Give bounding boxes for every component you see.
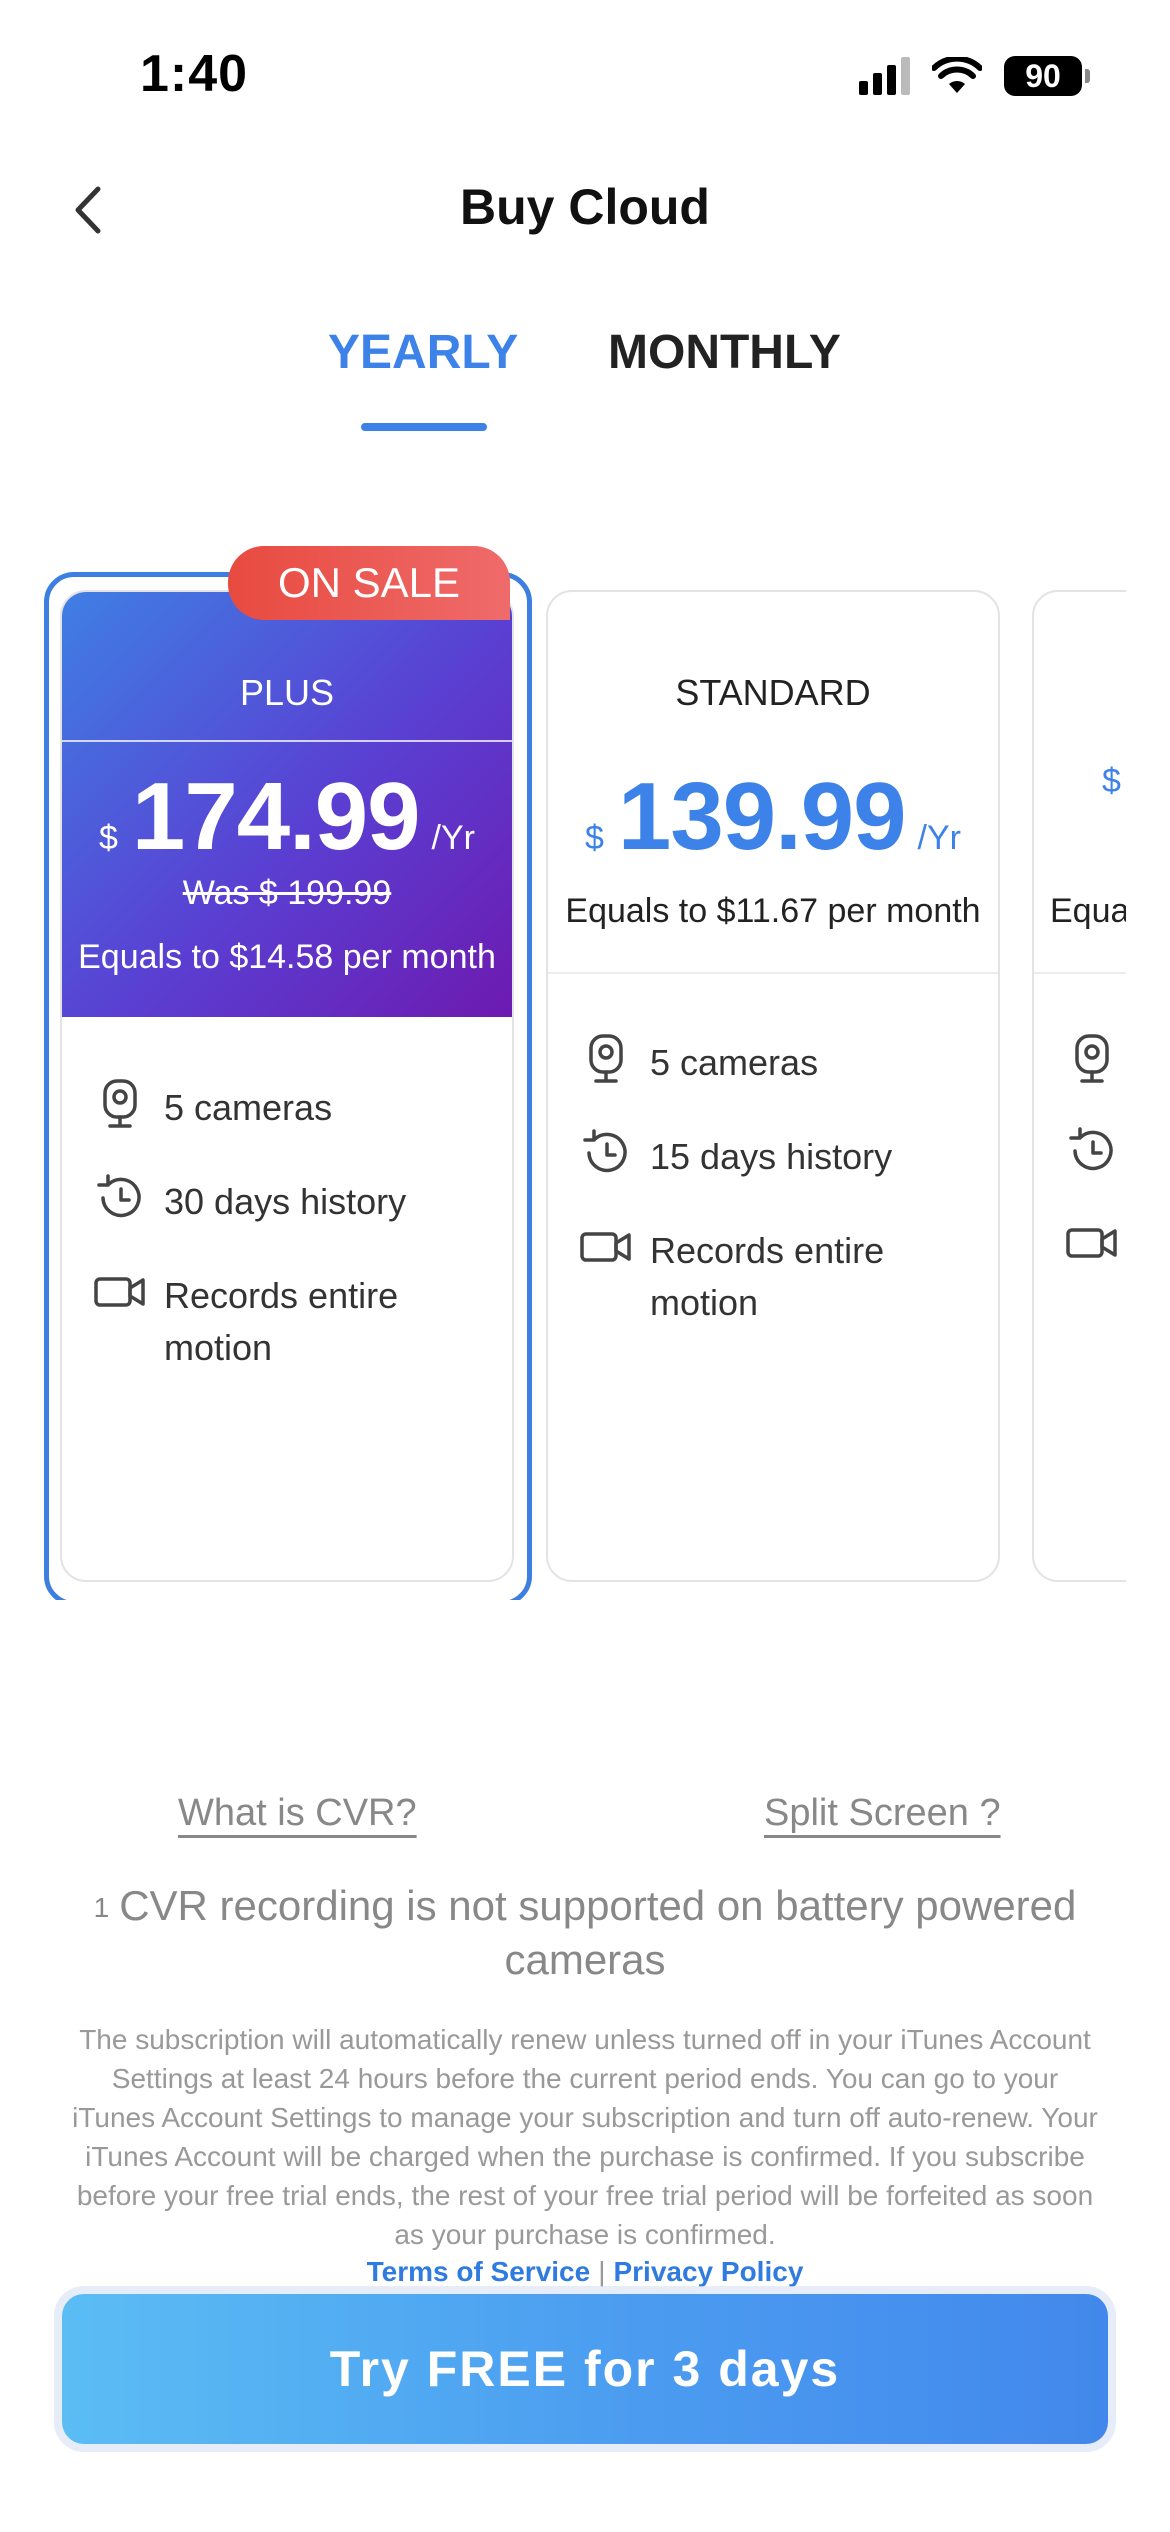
price-amount: 139.99: [617, 763, 907, 870]
feature-item: 5 cameras: [578, 1034, 978, 1089]
feature-text: 30 days history: [164, 1181, 407, 1222]
cvr-note: 1 CVR recording is not supported on batte…: [80, 1880, 1090, 1986]
price-unit: /Yr: [917, 819, 961, 857]
camera-icon: [578, 1031, 634, 1087]
page-title: Buy Cloud: [460, 179, 710, 235]
plan-card-plus[interactable]: PLUS $ 174.99 /Yr Was $ 199.99 Equals to…: [60, 590, 514, 1582]
try-free-button[interactable]: Try FREE for 3 days: [62, 2294, 1108, 2444]
link-separator: |: [598, 2256, 606, 2287]
feature-item: [1064, 1221, 1126, 1271]
what-is-cvr-link[interactable]: What is CVR?: [178, 1792, 417, 1835]
plan-price: $: [1102, 762, 1126, 801]
plan-card-next[interactable]: $ Equa: [1032, 590, 1126, 1582]
feature-item: Records entire motion: [92, 1270, 492, 1374]
feature-list: [1064, 1034, 1126, 1313]
divider: [548, 972, 998, 974]
plan-name: PLUS: [239, 672, 335, 713]
cellular-signal-icon: [859, 57, 910, 95]
price-unit: /Yr: [431, 819, 475, 857]
was-price: Was $ 199.99: [182, 874, 392, 912]
per-month-price: Equals to $11.67 per month: [565, 892, 981, 930]
feature-item: 30 days history: [92, 1174, 492, 1228]
subscription-terms: The subscription will automatically rene…: [72, 2024, 1098, 2250]
per-month-price: Equals to $14.58 per month: [78, 938, 496, 976]
camera-icon: [92, 1076, 148, 1132]
per-month-price: Equa: [1050, 892, 1126, 930]
tab-active-indicator: [361, 423, 487, 431]
feature-item: [1064, 1127, 1126, 1179]
history-icon: [92, 1170, 148, 1226]
battery-icon: 90: [1004, 56, 1090, 96]
feature-text: Records entire motion: [650, 1230, 885, 1323]
tab-monthly[interactable]: MONTHLY: [608, 325, 841, 380]
divider: [62, 740, 512, 742]
split-screen-link[interactable]: Split Screen ?: [764, 1792, 1001, 1835]
feature-text: 5 cameras: [650, 1042, 819, 1083]
on-sale-badge: ON SALE: [228, 546, 510, 620]
camera-icon: [1064, 1031, 1120, 1087]
feature-item: 5 cameras: [92, 1079, 492, 1134]
plan-carousel[interactable]: PLUS $ 174.99 /Yr Was $ 199.99 Equals to…: [0, 550, 1126, 1600]
price-currency: $: [585, 819, 604, 857]
legal-links: Terms of Service | Privacy Policy: [0, 2256, 1170, 2288]
feature-text: 5 cameras: [164, 1087, 333, 1128]
status-icons: 90: [859, 56, 1090, 96]
status-time: 1:40: [140, 45, 249, 103]
feature-list: 5 cameras 15 days history Records entire…: [578, 1034, 978, 1371]
privacy-policy-link[interactable]: Privacy Policy: [613, 2256, 803, 2287]
footnote-marker: 1: [93, 1892, 110, 1923]
status-bar: 1:40 90: [0, 0, 1170, 150]
feature-text: 15 days history: [650, 1136, 893, 1177]
nav-bar: Buy Cloud: [0, 160, 1170, 260]
feature-text: Records entire motion: [164, 1275, 399, 1368]
cvr-note-text: CVR recording is not supported on batter…: [119, 1882, 1077, 1983]
plan-name: STANDARD: [675, 672, 871, 713]
plan-price: $ 174.99 /Yr: [62, 762, 512, 872]
plan-card-standard[interactable]: STANDARD $ 139.99 /Yr Equals to $11.67 p…: [546, 590, 1000, 1582]
divider: [1034, 972, 1126, 974]
feature-list: 5 cameras 30 days history Records entire…: [92, 1079, 492, 1416]
video-icon: [1064, 1215, 1120, 1271]
video-icon: [578, 1219, 634, 1275]
terms-of-service-link[interactable]: Terms of Service: [367, 2256, 591, 2287]
feature-item: [1064, 1034, 1126, 1087]
history-icon: [578, 1125, 634, 1181]
tab-yearly[interactable]: YEARLY: [328, 325, 518, 380]
plan-price: $ 139.99 /Yr: [548, 762, 998, 872]
billing-period-tabs: YEARLY MONTHLY: [0, 325, 1170, 435]
video-icon: [92, 1264, 148, 1320]
battery-level: 90: [1004, 56, 1082, 96]
price-currency: $: [99, 819, 118, 857]
price-currency: $: [1102, 762, 1121, 800]
history-icon: [1064, 1123, 1120, 1179]
price-amount: 174.99: [131, 763, 421, 870]
feature-item: Records entire motion: [578, 1225, 978, 1329]
feature-item: 15 days history: [578, 1129, 978, 1183]
wifi-icon: [932, 57, 982, 93]
